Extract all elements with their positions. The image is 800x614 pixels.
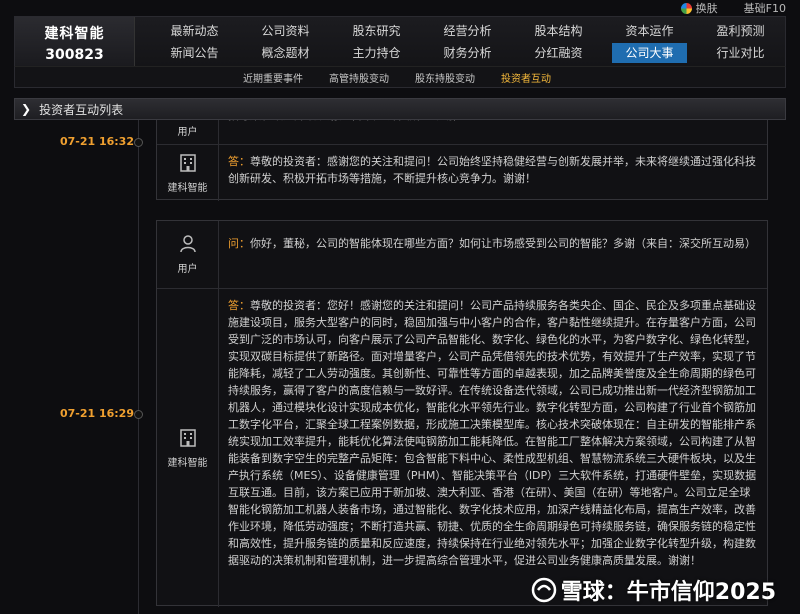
avatar-role: 用户 — [177, 264, 198, 275]
nav-item[interactable]: 公司资料 — [240, 20, 331, 42]
building-icon — [179, 428, 196, 447]
timeline: 07-21 16:32 用户 指导案和改造升级规划。（来自：深交所互动易） 建科 — [14, 120, 786, 614]
qa-card: 用户 指导案和改造升级规划。（来自：深交所互动易） 建科智能 答：尊敬的投资者：… — [156, 120, 768, 201]
main-nav: 建科智能 300823 最新动态 公司资料 股东研究 经营分析 股本结构 资本运作 盈利预测… — [14, 16, 786, 67]
question-avatar: 用户 — [157, 221, 219, 288]
section-title: 投资者互动列表 — [39, 102, 124, 117]
answer-body: 尊敬的投资者：您好！感谢您的关注和提问！公司产品持续服务各类央企、国企、民企及多… — [228, 299, 757, 567]
nav-item[interactable]: 行业对比 — [695, 42, 786, 64]
user-icon — [179, 235, 196, 253]
version-label[interactable]: 基础F10 — [744, 0, 786, 16]
subnav-item[interactable]: 股东持股变动 — [415, 70, 475, 85]
subnav-item[interactable]: 高管持股变动 — [329, 70, 389, 85]
avatar-role: 建科智能 — [167, 182, 208, 194]
entry-time: 07-21 16:29 — [59, 407, 134, 420]
nav-item[interactable]: 资本运作 — [604, 20, 695, 42]
skin-button[interactable]: 换肤 — [680, 0, 718, 16]
avatar-role: 用户 — [177, 127, 198, 138]
stock-code: 300823 — [45, 47, 104, 63]
sub-nav: 近期重要事件 高管持股变动 股东持股变动 投资者互动 — [14, 66, 786, 88]
answer-row: 建科智能 答：尊敬的投资者：您好！感谢您的关注和提问！公司产品持续服务各类央企、… — [157, 289, 767, 607]
timeline-dot — [134, 410, 143, 419]
top-bar: 换肤 基础F10 — [680, 0, 800, 16]
building-icon — [179, 153, 196, 172]
qa-card: 用户 问：你好，董秘，公司的智能体现在哪些方面？如何让市场感受到公司的智能？多谢… — [156, 220, 768, 607]
f10-page: 换肤 基础F10 建科智能 300823 最新动态 公司资料 股东研究 经营分析 股本结… — [0, 0, 800, 614]
answer-tag: 答： — [228, 299, 250, 312]
nav-item[interactable]: 经营分析 — [422, 20, 513, 42]
question-avatar: 用户 — [157, 120, 219, 144]
answer-text: 答：尊敬的投资者：您好！感谢您的关注和提问！公司产品持续服务各类央企、国企、民企… — [219, 289, 767, 607]
subnav-item[interactable]: 近期重要事件 — [243, 70, 303, 85]
timeline-dot — [134, 138, 143, 147]
timeline-line — [138, 120, 139, 614]
subnav-item[interactable]: 投资者互动 — [501, 70, 551, 85]
avatar-role: 建科智能 — [167, 457, 208, 469]
skin-label: 换肤 — [695, 2, 718, 15]
watermark-text: 雪球：牛市信仰2025 — [560, 580, 776, 605]
nav-grid: 最新动态 公司资料 股东研究 经营分析 股本结构 资本运作 盈利预测新闻公告 概念题材 主力持仓… — [149, 20, 785, 64]
nav-item[interactable]: 最新动态 — [149, 20, 240, 42]
question-text: 问：你好，董秘，公司的智能体现在哪些方面？如何让市场感受到公司的智能？多谢（来自… — [219, 221, 767, 288]
answer-tag: 答： — [228, 155, 250, 168]
nav-item[interactable]: 财务分析 — [422, 42, 513, 64]
entry-time: 07-21 16:32 — [59, 135, 134, 148]
question-row: 用户 问：你好，董秘，公司的智能体现在哪些方面？如何让市场感受到公司的智能？多谢… — [157, 221, 767, 289]
question-body: 你好，董秘，公司的智能体现在哪些方面？如何让市场感受到公司的智能？多谢（来自：深… — [250, 237, 756, 250]
answer-text: 答：尊敬的投资者：感谢您的关注和提问！公司始终坚持稳健经营与创新发展并举，未来将… — [219, 145, 767, 201]
stock-brand: 建科智能 300823 — [15, 17, 135, 67]
nav-item[interactable]: 公司大事 — [612, 43, 687, 63]
nav-item[interactable]: 新闻公告 — [149, 42, 240, 64]
answer-body: 尊敬的投资者：感谢您的关注和提问！公司始终坚持稳健经营与创新发展并举，未来将继续… — [228, 155, 756, 185]
skin-icon — [680, 2, 692, 14]
nav-item[interactable]: 盈利预测 — [695, 20, 786, 42]
question-row: 用户 指导案和改造升级规划。（来自：深交所互动易） — [157, 120, 767, 145]
watermark: 雪球：牛市信仰2025 — [531, 574, 776, 606]
nav-item[interactable]: 概念题材 — [240, 42, 331, 64]
snowball-icon — [531, 577, 557, 603]
section-header: ❯ 投资者互动列表 — [14, 98, 786, 120]
nav-item[interactable]: 主力持仓 — [331, 42, 422, 64]
nav-item[interactable]: 分红融资 — [513, 42, 604, 64]
answer-row: 建科智能 答：尊敬的投资者：感谢您的关注和提问！公司始终坚持稳健经营与创新发展并… — [157, 145, 767, 201]
chevron-right-icon: ❯ — [21, 102, 32, 116]
stock-name: 建科智能 — [44, 26, 105, 42]
answer-avatar: 建科智能 — [157, 289, 219, 607]
question-text: 指导案和改造升级规划。（来自：深交所互动易） — [219, 120, 767, 144]
answer-avatar: 建科智能 — [157, 145, 219, 201]
nav-item[interactable]: 股东研究 — [331, 20, 422, 42]
nav-item[interactable]: 股本结构 — [513, 20, 604, 42]
question-tag: 问： — [228, 237, 250, 250]
